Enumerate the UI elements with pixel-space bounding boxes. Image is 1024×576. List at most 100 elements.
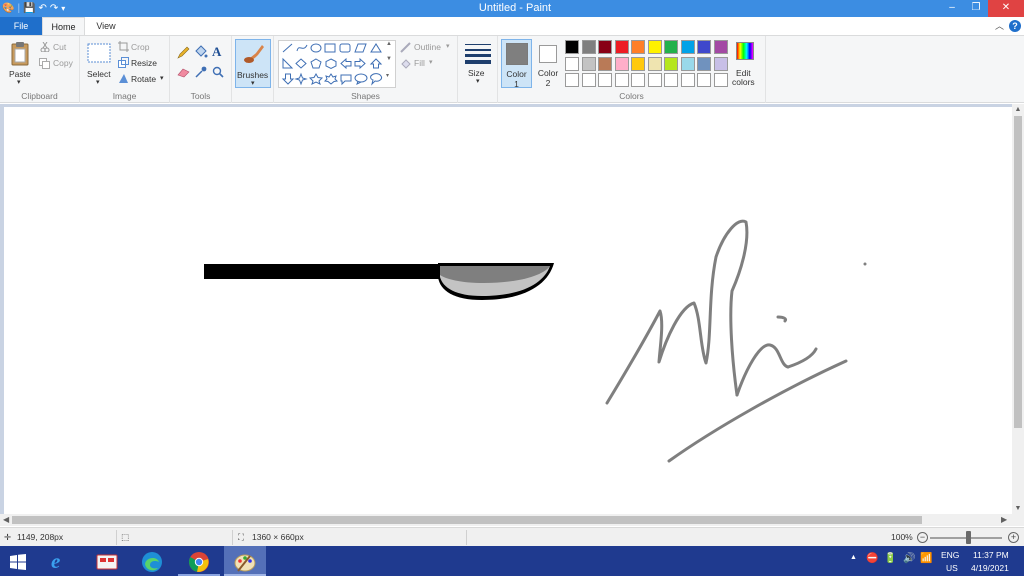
- minimize-button[interactable]: –: [940, 0, 964, 17]
- fill-bucket-icon[interactable]: [194, 45, 208, 59]
- magnifier-icon[interactable]: [212, 66, 224, 78]
- language-region[interactable]: US: [946, 563, 958, 573]
- shapes-scroll-up-icon[interactable]: ▲: [386, 41, 392, 47]
- palette-swatch[interactable]: [647, 40, 662, 54]
- rotate-button[interactable]: Rotate: [131, 74, 156, 84]
- shapes-scroll-down-icon[interactable]: ▼: [386, 56, 392, 62]
- eraser-icon[interactable]: [177, 67, 190, 78]
- paint-taskbar[interactable]: [224, 546, 266, 576]
- palette-swatch[interactable]: [680, 73, 695, 87]
- palette-swatch[interactable]: [614, 40, 629, 54]
- palette-swatch[interactable]: [647, 56, 662, 71]
- fill-button[interactable]: Fill: [414, 58, 425, 68]
- chrome-taskbar[interactable]: [178, 546, 220, 576]
- tab-file[interactable]: File: [0, 17, 42, 35]
- restore-button[interactable]: ❐: [964, 0, 988, 17]
- palette-swatch[interactable]: [565, 40, 579, 54]
- wifi-icon[interactable]: 📶: [920, 553, 932, 576]
- volume-icon[interactable]: 🔊: [903, 553, 915, 576]
- select-dropdown-icon[interactable]: ▾: [96, 78, 100, 86]
- palette-swatch[interactable]: [680, 56, 695, 71]
- vertical-scrollbar[interactable]: ▲ ▼: [1012, 104, 1024, 514]
- brushes-button[interactable]: Brushes ▾: [235, 39, 271, 88]
- shapes-group: ▲ ▼ ▾ Outline ▾ Fill ▾ Shapes: [274, 36, 458, 103]
- palette-swatch[interactable]: [697, 73, 711, 87]
- palette-swatch[interactable]: [614, 73, 629, 87]
- zoom-in-button[interactable]: +: [1008, 532, 1019, 543]
- edge-taskbar[interactable]: [132, 546, 174, 576]
- palette-swatch[interactable]: [664, 56, 678, 71]
- horizontal-scrollbar[interactable]: ◀ ▶: [0, 514, 1012, 526]
- collapse-ribbon-icon[interactable]: ︿: [995, 19, 1004, 32]
- palette-swatch[interactable]: [598, 40, 612, 54]
- shapes-expand-icon[interactable]: ▾: [386, 72, 389, 79]
- palette-swatch[interactable]: [581, 40, 596, 54]
- scroll-down-icon[interactable]: ▼: [1012, 505, 1024, 512]
- rotate-dropdown-icon[interactable]: ▾: [160, 74, 164, 82]
- language-indicator[interactable]: ENG: [941, 550, 959, 560]
- palette-swatch[interactable]: [697, 40, 711, 54]
- palette-swatch[interactable]: [581, 73, 596, 87]
- clock-time[interactable]: 11:37 PM: [973, 550, 1009, 560]
- shapes-gallery[interactable]: [278, 40, 396, 88]
- palette-swatch[interactable]: [664, 40, 678, 54]
- palette-swatch[interactable]: [581, 56, 596, 71]
- close-button[interactable]: ✕: [988, 0, 1024, 17]
- palette-swatch[interactable]: [713, 40, 728, 54]
- scroll-right-icon[interactable]: ▶: [1001, 514, 1007, 526]
- palette-swatch[interactable]: [631, 40, 645, 54]
- scroll-up-icon[interactable]: ▲: [1012, 106, 1024, 113]
- help-icon[interactable]: ?: [1009, 20, 1021, 32]
- scroll-left-icon[interactable]: ◀: [3, 514, 9, 526]
- paste-icon[interactable]: [10, 41, 30, 67]
- canvas-size-icon: ⛶: [238, 532, 244, 542]
- copy-button[interactable]: Copy: [53, 58, 73, 68]
- zoom-out-button[interactable]: −: [917, 532, 928, 543]
- fill-dropdown-icon[interactable]: ▾: [429, 58, 433, 66]
- edit-colors-button[interactable]: Edit colors: [732, 40, 758, 88]
- windows-logo-icon: [10, 554, 26, 570]
- palette-swatch[interactable]: [680, 40, 695, 54]
- vertical-scroll-thumb[interactable]: [1014, 116, 1022, 428]
- tab-view[interactable]: View: [85, 17, 127, 35]
- palette-swatch[interactable]: [614, 56, 629, 71]
- drawing-canvas[interactable]: [4, 107, 1012, 514]
- palette-swatch[interactable]: [631, 56, 645, 71]
- palette-swatch[interactable]: [713, 56, 728, 71]
- cut-button[interactable]: Cut: [53, 42, 66, 52]
- size-button[interactable]: Size ▾: [463, 40, 493, 88]
- palette-swatch[interactable]: [664, 73, 678, 87]
- palette-swatch[interactable]: [647, 73, 662, 87]
- tab-home[interactable]: Home: [42, 17, 85, 35]
- color-picker-icon[interactable]: [195, 66, 207, 78]
- start-button[interactable]: [0, 546, 42, 576]
- title-bar: 🎨 | 💾 ↶ ↷ ▾ Untitled - Paint – ❐ ✕: [0, 0, 1024, 17]
- canvas-drawing: [204, 219, 867, 463]
- pencil-icon[interactable]: [177, 46, 190, 59]
- palette-swatch[interactable]: [598, 56, 612, 71]
- edge-icon: [142, 552, 162, 572]
- zoom-slider-thumb[interactable]: [966, 531, 971, 544]
- clock-date[interactable]: 4/19/2021: [971, 563, 1009, 573]
- palette-swatch[interactable]: [697, 56, 711, 71]
- outline-button[interactable]: Outline: [414, 42, 441, 52]
- outline-dropdown-icon[interactable]: ▾: [446, 42, 450, 50]
- network-status-icon[interactable]: ⛔: [866, 553, 878, 576]
- battery-icon[interactable]: 🔋: [884, 553, 896, 576]
- internet-explorer-taskbar[interactable]: e: [40, 546, 82, 576]
- select-icon[interactable]: [87, 43, 111, 63]
- palette-swatch[interactable]: [598, 73, 612, 87]
- crop-button[interactable]: Crop: [131, 42, 149, 52]
- palette-swatch[interactable]: [631, 73, 645, 87]
- show-hidden-icons[interactable]: ▲: [850, 554, 857, 576]
- size-dropdown-icon: ▾: [476, 78, 480, 85]
- palette-swatch[interactable]: [713, 73, 728, 87]
- palette-swatch[interactable]: [565, 56, 579, 71]
- paste-dropdown-icon[interactable]: ▾: [17, 78, 21, 86]
- text-tool-icon[interactable]: A: [212, 44, 221, 60]
- palette-swatch[interactable]: [565, 73, 579, 87]
- resize-button[interactable]: Resize: [131, 58, 157, 68]
- paint-icon: [234, 554, 256, 572]
- horizontal-scroll-thumb[interactable]: [12, 516, 922, 524]
- app-taskbar[interactable]: [86, 546, 128, 576]
